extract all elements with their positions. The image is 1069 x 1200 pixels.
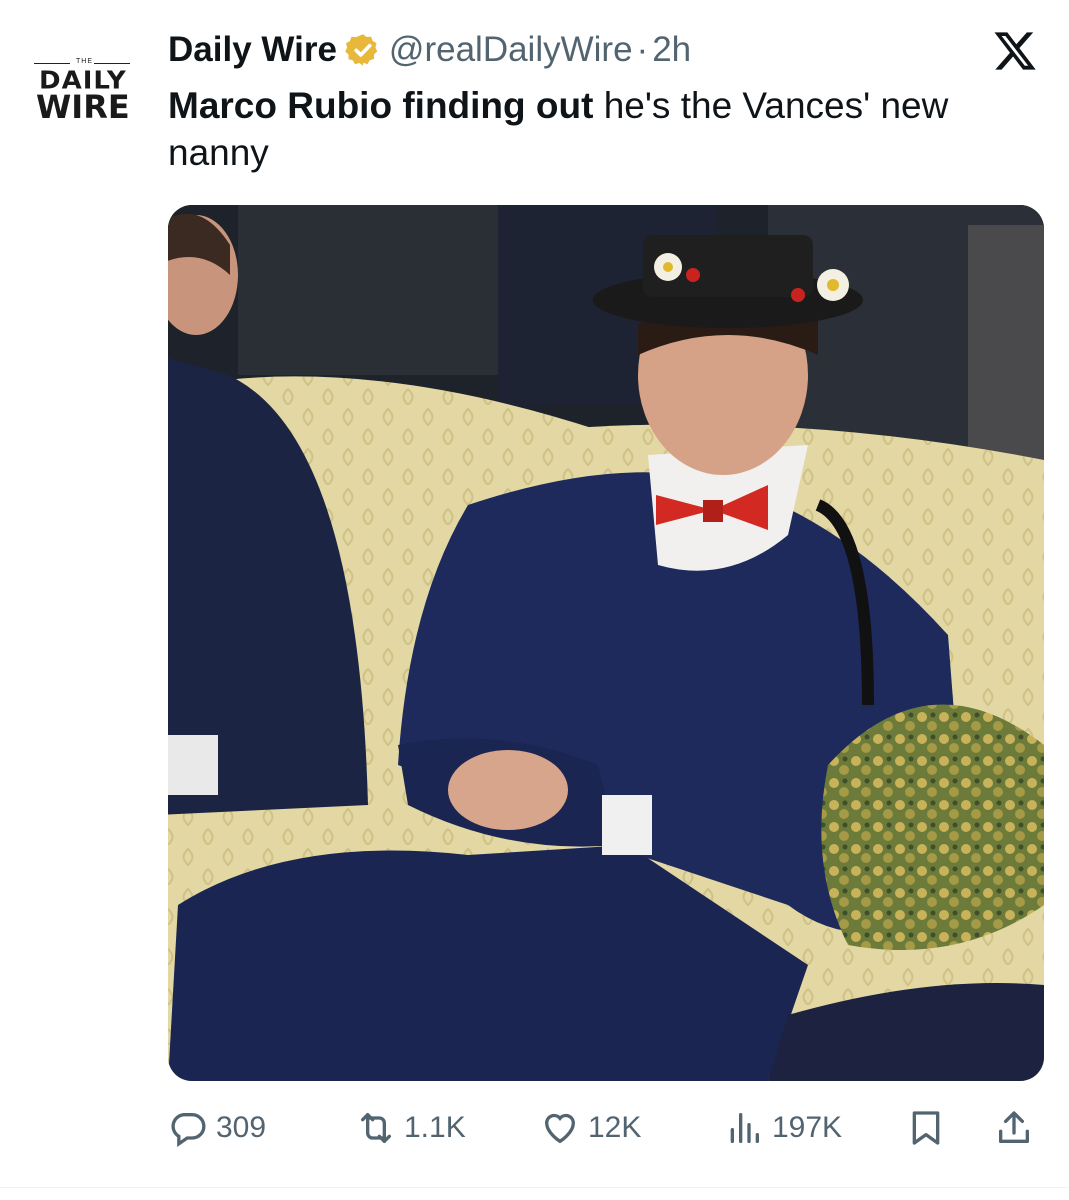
reply-button[interactable]: 309 bbox=[168, 1103, 266, 1153]
tweet-media[interactable] bbox=[168, 205, 1044, 1081]
like-count: 12K bbox=[588, 1111, 642, 1144]
timestamp[interactable]: 2h bbox=[652, 30, 691, 70]
handle[interactable]: @realDailyWire bbox=[389, 30, 633, 70]
media-photo bbox=[168, 205, 1044, 1081]
display-name[interactable]: Daily Wire bbox=[168, 30, 337, 70]
views-button[interactable]: 197K bbox=[724, 1103, 842, 1153]
tweet-header: Daily Wire @realDailyWire · 2h bbox=[168, 30, 691, 70]
separator-dot: · bbox=[636, 30, 649, 69]
avatar-small-text: THE bbox=[76, 58, 93, 65]
avatar[interactable]: THE DAILY WIRE bbox=[32, 58, 136, 128]
avatar-rule-right bbox=[94, 63, 130, 64]
verified-badge-icon[interactable] bbox=[345, 32, 381, 68]
reply-count: 309 bbox=[216, 1111, 267, 1144]
repost-count: 1.1K bbox=[404, 1111, 466, 1144]
tweet-text: Marco Rubio finding out he's the Vances'… bbox=[168, 82, 1048, 176]
share-button[interactable] bbox=[994, 1103, 1042, 1153]
repost-icon bbox=[361, 1113, 391, 1143]
bookmark-icon bbox=[912, 1111, 940, 1145]
views-icon bbox=[730, 1113, 759, 1143]
bottom-divider bbox=[0, 1187, 1069, 1188]
share-icon bbox=[999, 1111, 1029, 1143]
repost-button[interactable]: 1.1K bbox=[356, 1103, 466, 1153]
tweet-text-bold: Marco Rubio finding out bbox=[168, 85, 594, 126]
x-logo-icon[interactable] bbox=[992, 28, 1038, 74]
like-button[interactable]: 12K bbox=[540, 1103, 641, 1153]
views-count: 197K bbox=[772, 1111, 843, 1144]
like-icon bbox=[544, 1113, 576, 1144]
bookmark-button[interactable] bbox=[906, 1103, 954, 1153]
reply-icon bbox=[171, 1113, 206, 1148]
avatar-text-bottom: WIRE bbox=[36, 88, 130, 126]
action-bar: 309 1.1K 12K 197K bbox=[168, 1103, 1048, 1153]
avatar-rule-left bbox=[34, 63, 70, 64]
